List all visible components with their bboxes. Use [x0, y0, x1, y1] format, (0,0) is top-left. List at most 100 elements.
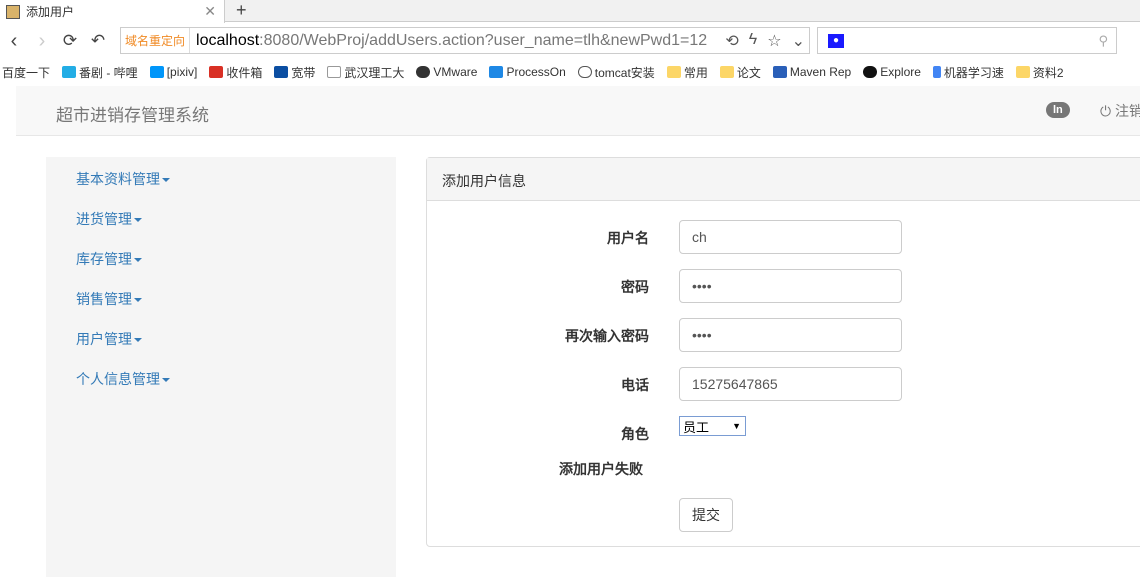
pixiv-icon: [149, 66, 164, 78]
caret-down-icon: [162, 178, 170, 183]
linux-icon: [416, 66, 431, 78]
logout-label: 注销: [1114, 103, 1140, 119]
role-select[interactable]: 员工 ▼: [679, 416, 746, 436]
error-message: 添加用户失败: [559, 461, 643, 477]
bookmark-label: tomcat安装: [594, 65, 655, 80]
bookmark-folder[interactable]: 常用: [666, 64, 708, 81]
bookmark[interactable]: 宽带: [274, 64, 315, 81]
sidebar-item-basic-data[interactable]: 基本资料管理: [76, 169, 170, 189]
bookmark[interactable]: VMware: [416, 65, 477, 79]
bookmark-label: 论文: [736, 65, 761, 80]
panel-title: 添加用户信息: [427, 158, 1140, 201]
reload-icon[interactable]: ⟳: [56, 31, 84, 51]
bookmark[interactable]: 武汉理工大: [327, 64, 404, 81]
phone-label: 电话: [621, 377, 649, 393]
folder-icon: [1015, 66, 1030, 78]
bookmark-label: Explore: [880, 65, 921, 79]
baidu-paw-icon: ●: [828, 33, 844, 48]
favicon-icon: [6, 4, 20, 19]
app-brand[interactable]: 超市进销存管理系统: [56, 101, 209, 126]
add-user-panel: 添加用户信息 用户名 ch 密码 •••• 再次输入密码 •••• 电话 152…: [426, 157, 1140, 547]
sidebar-item-label: 个人信息管理: [76, 371, 160, 387]
back-icon[interactable]: ‹: [0, 30, 28, 53]
bookmark[interactable]: 机器学习速: [932, 64, 1004, 81]
bookmark-label: ProcessOn: [506, 65, 566, 79]
refresh-icon[interactable]: ⟲: [725, 31, 738, 51]
sidebar-item-profile[interactable]: 个人信息管理: [76, 369, 170, 389]
bookmark[interactable]: Maven Rep: [772, 65, 852, 79]
sidebar-item-label: 库存管理: [76, 251, 132, 267]
processon-icon: [489, 66, 504, 78]
confirm-password-label: 再次输入密码: [565, 328, 649, 344]
maven-icon: [772, 66, 787, 78]
bookmark[interactable]: 收件箱: [209, 64, 262, 81]
role-label: 角色: [621, 426, 649, 442]
bookmark-label: Maven Rep: [789, 65, 852, 79]
sidebar-item-purchase[interactable]: 进货管理: [76, 209, 142, 229]
redirect-label: 域名重定向: [121, 28, 191, 53]
page-icon: [327, 66, 342, 78]
tab-title: 添加用户: [26, 5, 75, 19]
new-tab-button[interactable]: +: [236, 0, 247, 21]
url-host: localhost: [196, 31, 260, 49]
bookmark-folder[interactable]: 资料2: [1015, 64, 1064, 81]
caret-down-icon: [134, 258, 142, 263]
sidebar-item-label: 销售管理: [76, 291, 132, 307]
bookmark-label: VMware: [433, 65, 478, 79]
lightning-icon[interactable]: ϟ: [749, 31, 757, 51]
password-input[interactable]: ••••: [679, 269, 902, 303]
browser-tab[interactable]: 添加用户 ✕: [0, 0, 225, 23]
caret-down-icon: [134, 298, 142, 303]
dropdown-arrow-icon: ▼: [732, 421, 741, 431]
bookmark-folder[interactable]: 论文: [719, 64, 761, 81]
phone-input[interactable]: 15275647865: [679, 367, 902, 401]
telecom-icon: [274, 66, 289, 78]
sidebar-item-label: 用户管理: [76, 331, 132, 347]
logout-link[interactable]: ⏻ 注销: [1100, 101, 1140, 121]
sidebar-item-sales[interactable]: 销售管理: [76, 289, 142, 309]
tab-bar: 添加用户 ✕ +: [0, 0, 1140, 23]
bookmark-label: 番剧 - 哔哩: [79, 65, 138, 80]
bookmark[interactable]: [pixiv]: [149, 65, 198, 79]
user-badge: ln: [1046, 102, 1070, 118]
username-input[interactable]: ch: [679, 220, 902, 254]
forward-icon[interactable]: ›: [28, 30, 56, 53]
bookmark[interactable]: 百度一下: [2, 64, 50, 81]
bookmark-label: [pixiv]: [166, 65, 198, 79]
bookmark-label: 常用: [683, 65, 708, 80]
bookmark[interactable]: Explore: [863, 65, 921, 79]
url-path: :8080/WebProj/addUsers.action?user_name=…: [259, 31, 708, 49]
bookmark-label: 收件箱: [226, 65, 263, 80]
chevron-down-icon[interactable]: ⌄: [792, 31, 805, 51]
password-label: 密码: [621, 279, 649, 295]
bookmark[interactable]: 番剧 - 哔哩: [62, 64, 138, 81]
username-label: 用户名: [607, 230, 649, 246]
sidebar-item-label: 进货管理: [76, 211, 132, 227]
tomcat-icon: [577, 66, 592, 78]
search-box[interactable]: ● ⚲: [817, 27, 1117, 54]
undo-icon[interactable]: ↶: [84, 31, 112, 51]
address-bar[interactable]: 域名重定向 localhost:8080/WebProj/addUsers.ac…: [120, 27, 810, 54]
url-text[interactable]: localhost:8080/WebProj/addUsers.action?u…: [190, 32, 710, 50]
bookmark-label: 机器学习速: [943, 65, 1004, 80]
sidebar-item-users[interactable]: 用户管理: [76, 329, 142, 349]
bookmark-label: 百度一下: [2, 65, 51, 80]
sidebar-item-label: 基本资料管理: [76, 171, 160, 187]
search-icon[interactable]: ⚲: [1098, 33, 1108, 49]
confirm-password-input[interactable]: ••••: [679, 318, 902, 352]
bookmark-label: 宽带: [291, 65, 316, 80]
bookmark[interactable]: ProcessOn: [489, 65, 566, 79]
caret-down-icon: [134, 218, 142, 223]
sidebar-item-inventory[interactable]: 库存管理: [76, 249, 142, 269]
google-dev-icon: [932, 66, 941, 78]
close-tab-icon[interactable]: ✕: [204, 3, 216, 20]
bookmark-label: 资料2: [1032, 65, 1064, 80]
app-header: 超市进销存管理系统 ln ⏻ 注销: [16, 86, 1140, 136]
bookmarks-bar: 百度一下 番剧 - 哔哩 [pixiv] 收件箱 宽带 武汉理工大 VMware…: [0, 60, 1140, 84]
bookmark[interactable]: tomcat安装: [577, 64, 655, 81]
caret-down-icon: [162, 378, 170, 383]
github-icon: [863, 66, 878, 78]
submit-button[interactable]: 提交: [679, 498, 733, 532]
star-icon[interactable]: ☆: [767, 31, 781, 51]
bookmark-label: 武汉理工大: [344, 65, 405, 80]
